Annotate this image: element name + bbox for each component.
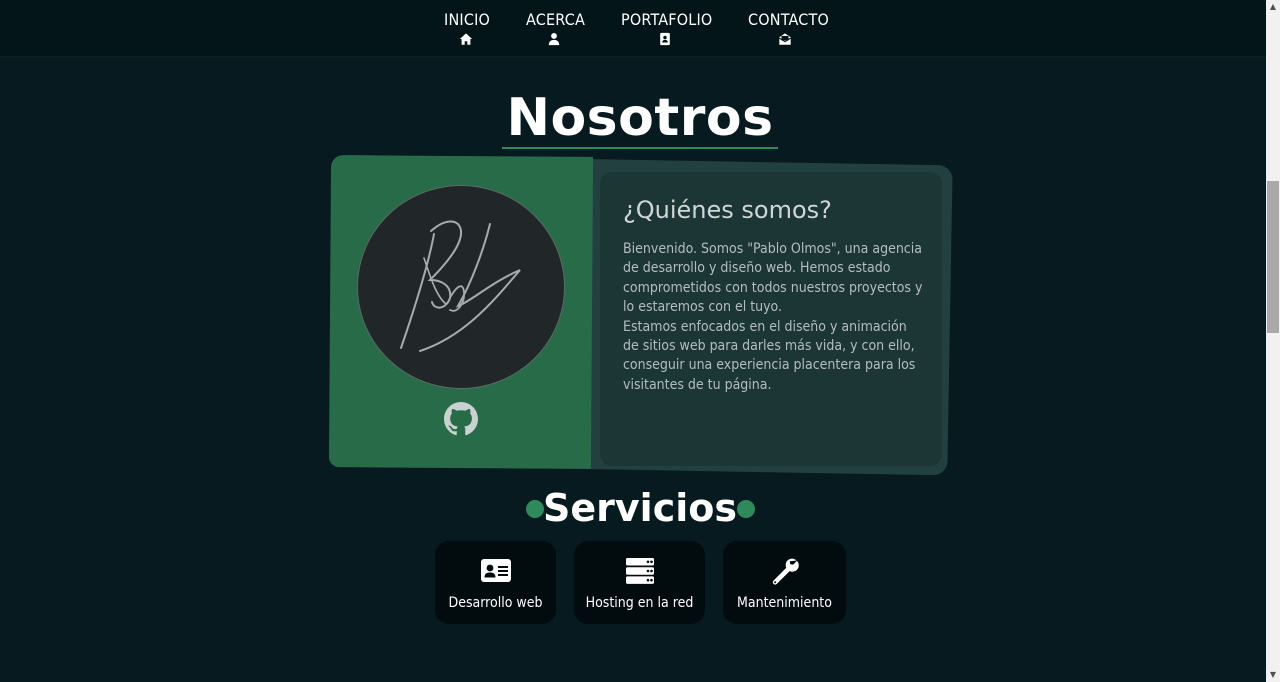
id-card-icon (480, 559, 511, 582)
scroll-down-arrow-icon[interactable]: ▼ (1268, 670, 1278, 680)
portfolio-icon (660, 32, 670, 46)
nav-item-label: CONTACTO (748, 10, 830, 29)
service-label: Mantenimiento (737, 595, 832, 611)
wrench-icon (772, 558, 799, 585)
home-icon (459, 33, 473, 45)
section-title-servicios: Servicios (543, 486, 737, 530)
nav-item-label: INICIO (444, 10, 491, 29)
about-paragraph-1: Bienvenido. Somos "Pablo Olmos", una age… (623, 241, 923, 316)
nav-item-contacto[interactable]: CONTACTO (748, 10, 830, 46)
scrollbar-track[interactable] (1266, 0, 1280, 682)
github-link[interactable] (444, 402, 478, 436)
service-card-desarrollo-web[interactable]: Desarrollo web (435, 541, 556, 624)
scrollbar-thumb[interactable] (1267, 181, 1279, 333)
about-description: Bienvenido. Somos "Pablo Olmos", una age… (623, 240, 925, 395)
title-underline (502, 147, 778, 149)
envelope-icon (779, 33, 791, 45)
avatar (357, 185, 565, 389)
nav-item-inicio[interactable]: INICIO (444, 10, 491, 46)
nav-item-label: PORTAFOLIO (621, 10, 713, 29)
card-title: ¿Quiénes somos? (623, 196, 832, 224)
title-dot-right (737, 500, 755, 518)
service-label: Hosting en la red (585, 595, 694, 611)
nav-item-acerca[interactable]: ACERCA (526, 10, 586, 46)
signature-logo (400, 220, 521, 352)
about-paragraph-2: Estamos enfocados en el diseño y animaci… (623, 318, 916, 393)
nav-item-portafolio[interactable]: PORTAFOLIO (621, 10, 713, 46)
user-icon (548, 33, 560, 46)
github-icon (444, 402, 478, 436)
section-title-nosotros: Nosotros (506, 88, 774, 148)
nav-item-label: ACERCA (526, 10, 586, 29)
scroll-up-arrow-icon[interactable]: ▲ (1268, 2, 1278, 12)
service-card-mantenimiento[interactable]: Mantenimiento (723, 541, 846, 624)
service-card-hosting[interactable]: Hosting en la red (574, 541, 705, 624)
server-icon (625, 558, 654, 584)
service-label: Desarrollo web (448, 595, 543, 611)
top-navbar: INICIO ACERCA PORTAFOLIO CONTACTO (0, 0, 1266, 57)
